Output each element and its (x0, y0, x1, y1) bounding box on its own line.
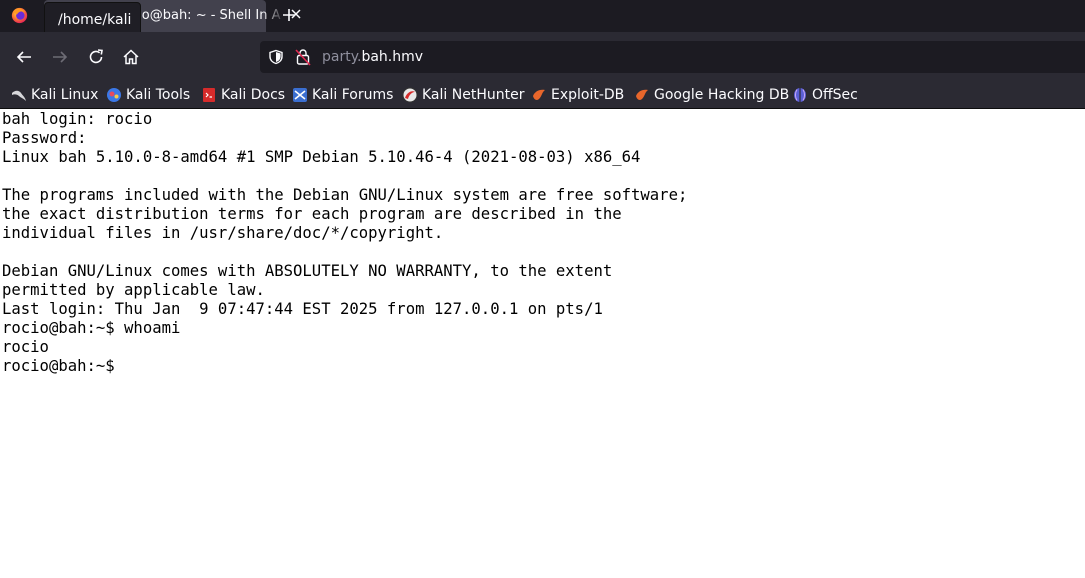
firefox-icon[interactable] (11, 7, 28, 24)
url-bar[interactable]: party.bah.hmv (260, 41, 1085, 73)
terminal-line: rocio (2, 338, 49, 356)
terminal-prompt-line[interactable]: rocio@bah:~$ (2, 357, 124, 376)
terminal-line: Password: (2, 129, 87, 147)
reload-icon[interactable] (87, 48, 105, 66)
url-text[interactable]: party.bah.hmv (322, 49, 423, 65)
bookmarks-toolbar: Kali Linux Kali Tools Kali Docs Kali For… (0, 82, 1085, 109)
kali-dragon-icon (12, 90, 26, 101)
terminal-line: bah login: rocio (2, 110, 153, 128)
bookmark-label: Kali Linux (31, 87, 99, 103)
bookmark-kali-tools[interactable]: Kali Tools (106, 84, 190, 106)
ghdb-icon (636, 89, 648, 100)
url-subdomain: party. (322, 49, 362, 65)
tab-title: rocio@bah: ~ - Shell In A Box (118, 8, 286, 23)
bookmark-label: Google Hacking DB (654, 87, 790, 103)
terminal-line: Last login: Thu Jan 9 07:47:44 EST 2025 … (2, 300, 603, 318)
nethunter-icon (402, 87, 418, 103)
kali-docs-icon (203, 88, 215, 102)
tooltip-text: /home/kali (58, 12, 132, 28)
bookmark-exploit-db[interactable]: Exploit-DB (531, 84, 624, 106)
kali-tools-icon (107, 88, 121, 102)
bookmark-google-hacking-db[interactable]: Google Hacking DB (634, 84, 789, 106)
terminal-line: the exact distribution terms for each pr… (2, 205, 622, 223)
navigation-toolbar: party.bah.hmv (0, 32, 1085, 82)
terminal-line: permitted by applicable law. (2, 281, 265, 299)
new-tab-icon[interactable] (281, 7, 297, 23)
bookmark-kali-nethunter[interactable]: Kali NetHunter (402, 84, 524, 106)
offsec-icon (794, 88, 806, 102)
terminal-line: Linux bah 5.10.0-8-amd64 #1 SMP Debian 5… (2, 148, 641, 166)
insecure-lock-icon[interactable] (295, 48, 311, 66)
bookmark-label: Kali Docs (221, 87, 286, 103)
url-domain: bah.hmv (361, 49, 424, 65)
bookmark-kali-forums[interactable]: Kali Forums (292, 84, 393, 106)
tab-strip: rocio@bah: ~ - Shell In A Box /home/kali (0, 0, 1085, 39)
kali-forums-icon (293, 88, 307, 102)
home-icon[interactable] (122, 48, 140, 66)
terminal-line: individual files in /usr/share/doc/*/cop… (2, 224, 444, 242)
bookmark-kali-docs[interactable]: Kali Docs (201, 84, 285, 106)
bookmark-kali-linux[interactable]: Kali Linux (11, 84, 98, 106)
terminal-window[interactable]: bah login: rocio Password: Linux bah 5.1… (0, 109, 1085, 578)
bookmark-label: OffSec (812, 87, 858, 103)
forward-arrow-icon[interactable] (51, 48, 69, 66)
bookmark-offsec[interactable]: OffSec (792, 84, 858, 106)
exploit-db-icon (533, 89, 545, 100)
bookmark-label: Exploit-DB (551, 87, 625, 103)
bookmark-label: Kali Tools (126, 87, 191, 103)
shield-icon[interactable] (268, 49, 284, 65)
terminal-line: Debian GNU/Linux comes with ABSOLUTELY N… (2, 262, 613, 280)
terminal-line: rocio@bah:~$ whoami (2, 319, 181, 337)
bookmark-label: Kali Forums (312, 87, 394, 103)
back-arrow-icon[interactable] (15, 48, 33, 66)
bookmark-label: Kali NetHunter (422, 87, 525, 103)
terminal-line: The programs included with the Debian GN… (2, 186, 688, 204)
